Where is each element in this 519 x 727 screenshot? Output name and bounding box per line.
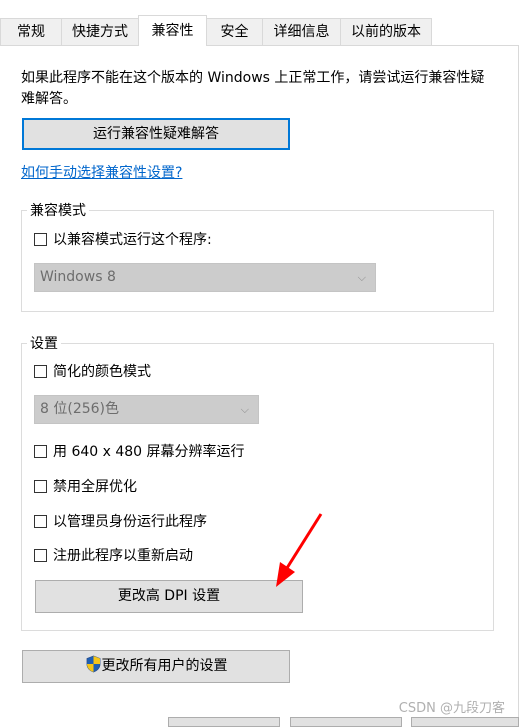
change-high-dpi-button[interactable]: 更改高 DPI 设置 — [35, 580, 303, 613]
register-restart-label: 注册此程序以重新启动 — [53, 548, 193, 564]
register-restart-checkbox[interactable]: 注册此程序以重新启动 — [34, 547, 193, 565]
checkbox-box[interactable] — [34, 515, 47, 528]
cancel-button[interactable] — [290, 717, 402, 727]
compat-mode-checkbox-label: 以兼容模式运行这个程序: — [53, 232, 212, 248]
csdn-watermark: CSDN @九段刀客 — [398, 701, 505, 716]
compat-mode-checkbox[interactable]: 以兼容模式运行这个程序: — [34, 231, 212, 249]
tab-general[interactable]: 常规 — [0, 18, 62, 45]
settings-legend: 设置 — [27, 333, 61, 353]
ok-button[interactable] — [168, 717, 280, 727]
disable-fullscreen-opt-label: 禁用全屏优化 — [53, 479, 137, 495]
chevron-down-icon: ⌵ — [240, 403, 249, 416]
reduced-color-checkbox[interactable]: 简化的颜色模式 — [34, 363, 151, 381]
run-as-admin-checkbox[interactable]: 以管理员身份运行此程序 — [34, 513, 207, 531]
tab-details[interactable]: 详细信息 — [262, 18, 341, 45]
tab-previous-versions[interactable]: 以前的版本 — [340, 18, 432, 45]
tab-divider — [0, 45, 519, 46]
reduced-color-label: 简化的颜色模式 — [53, 364, 151, 380]
os-version-select-value: Windows 8 — [40, 269, 116, 285]
change-all-users-settings-label: 更改所有用户的设置 — [101, 658, 228, 674]
resolution-640-checkbox[interactable]: 用 640 x 480 屏幕分辨率运行 — [34, 443, 245, 461]
color-mode-select[interactable]: 8 位(256)色 ⌵ — [34, 395, 259, 424]
tab-security[interactable]: 安全 — [206, 18, 263, 45]
run-troubleshooter-button[interactable]: 运行兼容性疑难解答 — [22, 118, 290, 150]
color-mode-select-value: 8 位(256)色 — [40, 401, 120, 417]
disable-fullscreen-opt-checkbox[interactable]: 禁用全屏优化 — [34, 478, 137, 496]
apply-button[interactable] — [411, 717, 519, 727]
red-arrow-annotation — [276, 513, 323, 587]
checkbox-box[interactable] — [34, 480, 47, 493]
checkbox-box[interactable] — [34, 549, 47, 562]
checkbox-box[interactable] — [34, 233, 47, 246]
resolution-640-label: 用 640 x 480 屏幕分辨率运行 — [53, 444, 245, 460]
compat-description: 如果此程序不能在这个版本的 Windows 上正常工作，请尝试运行兼容性疑难解答… — [21, 70, 485, 107]
os-version-select[interactable]: Windows 8 ⌵ — [34, 263, 376, 292]
change-all-users-settings-button[interactable]: 更改所有用户的设置 — [22, 650, 290, 683]
manual-compat-settings-link[interactable]: 如何手动选择兼容性设置? — [21, 162, 182, 182]
tab-shortcut[interactable]: 快捷方式 — [61, 18, 139, 45]
tab-compatibility[interactable]: 兼容性 — [138, 15, 207, 46]
compat-mode-legend: 兼容模式 — [27, 200, 89, 220]
checkbox-box[interactable] — [34, 365, 47, 378]
run-as-admin-label: 以管理员身份运行此程序 — [53, 514, 207, 530]
uac-shield-icon — [86, 655, 100, 673]
compat-mode-group — [21, 210, 494, 312]
chevron-down-icon: ⌵ — [357, 271, 366, 284]
checkbox-box[interactable] — [34, 445, 47, 458]
tab-bar: 常规 快捷方式 兼容性 安全 详细信息 以前的版本 — [0, 0, 519, 46]
